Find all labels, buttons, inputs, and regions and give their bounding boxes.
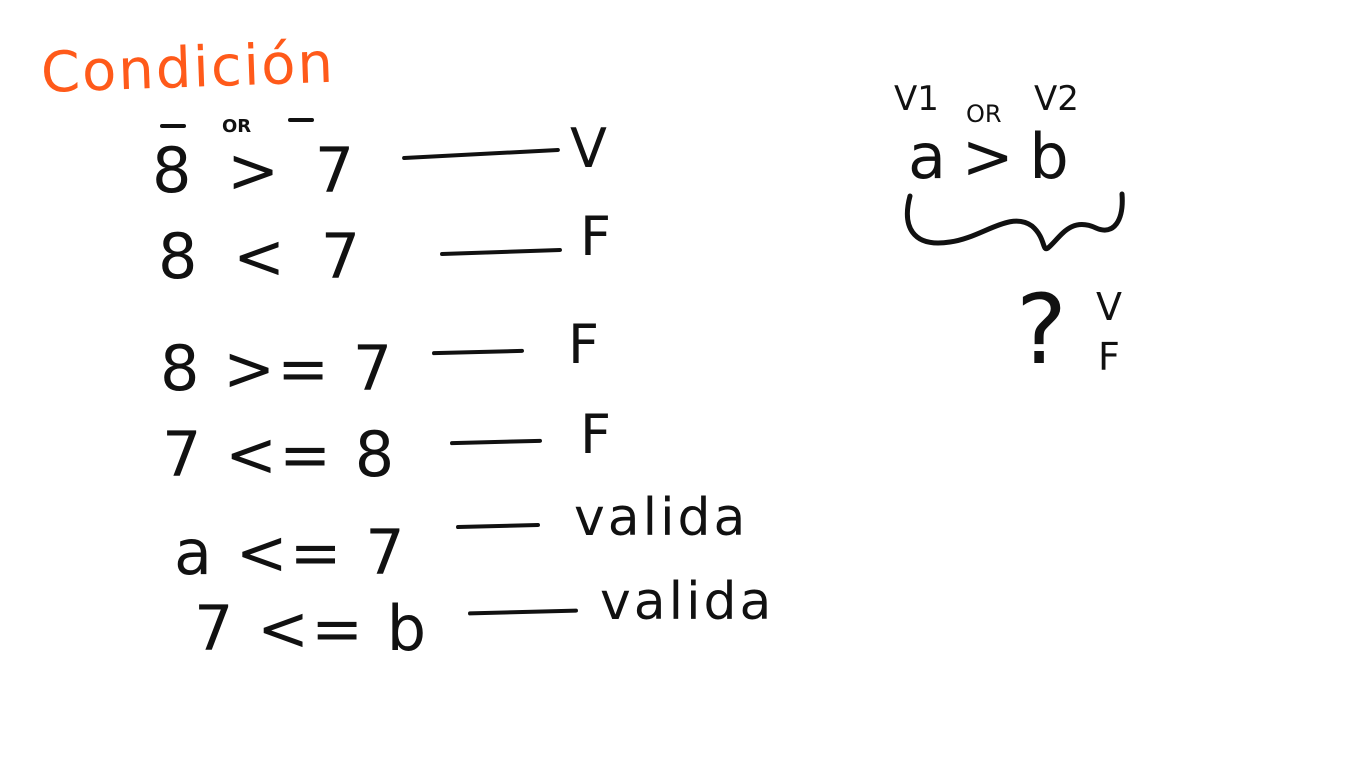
condition-result-3: F (568, 313, 602, 376)
false-label: F (1098, 335, 1120, 379)
condition-expression-6: 7 <= b (194, 592, 429, 665)
v1-label: V1 (894, 79, 939, 119)
diagram-expression: a > b (908, 120, 1069, 193)
condition-result-4: F (580, 403, 614, 466)
condition-result-1: V (570, 117, 609, 180)
v2-label: V2 (1034, 79, 1079, 119)
condition-result-5: valida (574, 488, 749, 548)
dash-line-4 (449, 438, 543, 446)
brace-icon (904, 191, 1125, 252)
dash-line-5 (455, 522, 541, 530)
overbar-left (160, 124, 186, 128)
condition-result-2: F (580, 205, 614, 268)
condition-expression-2: 8 < 7 (158, 220, 369, 293)
question-mark: ? (1016, 274, 1067, 386)
true-label: V (1096, 285, 1122, 329)
condition-expression-1: 8 > 7 (152, 134, 363, 207)
dash-line-2 (439, 247, 563, 257)
overbar-right (288, 118, 314, 122)
condition-expression-4: 7 <= 8 (162, 418, 397, 491)
condition-expression-5: a <= 7 (174, 516, 407, 589)
condition-result-6: valida (600, 572, 775, 632)
dash-line-3 (431, 348, 525, 356)
dash-line-6 (467, 608, 579, 616)
condition-expression-3: 8 >= 7 (160, 332, 395, 405)
whiteboard-canvas: Condición OR 8 > 7 V 8 < 7 F 8 >= 7 F 7 … (0, 0, 1366, 768)
dash-line-1 (402, 147, 560, 161)
page-title: Condición (39, 30, 336, 106)
